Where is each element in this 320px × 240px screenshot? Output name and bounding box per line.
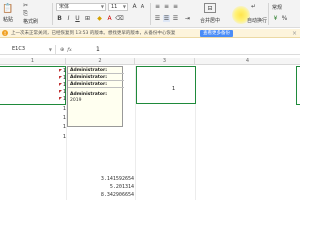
cell-value[interactable]: 1 [60, 124, 66, 130]
align-top-icon[interactable]: ≡ [154, 3, 161, 10]
cell-value[interactable]: 3.141592654 [90, 176, 134, 182]
copy-icon[interactable]: ⎘ [22, 10, 29, 17]
percent-icon[interactable]: % [281, 15, 288, 22]
formula-bar: E1C3 ▼ ⊕ fx 1 [0, 44, 300, 55]
border-icon[interactable]: ⊞ [84, 15, 91, 22]
paste-icon[interactable]: 📋 [2, 3, 14, 15]
clear-format-icon[interactable]: ⌫ [115, 15, 123, 22]
font-name-value: 宋体 [59, 4, 70, 10]
separator [268, 3, 269, 25]
separator [52, 3, 53, 25]
fill-color-icon[interactable]: ◆ [96, 15, 103, 22]
recovery-message: 上一次未正常关闭，已经恢复到 13:53 的版本。想找更早的版本，从备份中心恢复 [11, 31, 176, 36]
cell-value[interactable]: 5.201314 [90, 184, 134, 190]
column-header[interactable]: 1 [0, 58, 66, 65]
cell-value[interactable]: 1 [60, 89, 66, 95]
ribbon-toolbar: 📋 粘贴 ✂ ⎘ 格式刷 宋体 ▼ 11 ▼ A A B I U ⊞ ◆ A ⌫… [0, 0, 300, 28]
align-middle-icon[interactable]: ≡ [163, 3, 170, 10]
column-header[interactable]: 2 [66, 58, 135, 65]
align-left-icon[interactable]: ☰ [154, 15, 161, 22]
active-cell-value: 1 [172, 86, 176, 92]
cell-value[interactable]: 1 [60, 134, 66, 140]
cut-icon[interactable]: ✂ [22, 2, 29, 9]
zoom-icon[interactable]: ⊕ [60, 47, 64, 53]
italic-icon[interactable]: I [65, 15, 72, 22]
comment-popup[interactable]: Administrator: Administrator: Administra… [67, 66, 124, 127]
fx-icon[interactable]: fx [67, 47, 72, 53]
formula-icons: ⊕ fx [60, 45, 72, 54]
separator [150, 3, 151, 25]
column-header[interactable]: 3 [135, 58, 195, 65]
font-size-value: 11 [111, 4, 118, 10]
font-color-icon[interactable]: A [106, 15, 113, 22]
cell-value[interactable]: 1 [60, 115, 66, 121]
comment-author: Administrator: [68, 74, 124, 81]
name-box[interactable]: E1C3 ▼ [0, 45, 56, 54]
merge-cells-icon[interactable]: ⊟ [204, 3, 216, 13]
indent-icon[interactable]: ⇥ [184, 15, 191, 22]
formula-input[interactable]: 1 [96, 45, 100, 54]
view-backups-button[interactable]: 查看更多备份 [200, 30, 233, 37]
paste-label[interactable]: 粘贴 [3, 16, 13, 23]
comment-author: Administrator: [68, 67, 124, 74]
warning-icon: ! [2, 30, 8, 36]
format-painter-button[interactable]: 格式刷 [23, 18, 38, 25]
column-header[interactable]: 4 [195, 58, 300, 65]
comment-text: 2019 [70, 98, 82, 103]
name-box-value: E1C3 [12, 46, 26, 52]
recovery-notification: ! 上一次未正常关闭，已经恢复到 13:53 的版本。想找更早的版本，从备份中心… [0, 29, 300, 38]
cell-value[interactable]: 1 [60, 75, 66, 81]
cell-value[interactable]: 1 [60, 96, 66, 102]
align-right-icon[interactable]: ☰ [172, 15, 179, 22]
cell-value[interactable]: 1 [60, 106, 66, 112]
chevron-down-icon: ▼ [48, 47, 52, 52]
chevron-down-icon: ▼ [122, 4, 126, 9]
decrease-font-icon[interactable]: A [139, 3, 146, 10]
spreadsheet-app: 📋 粘贴 ✂ ⎘ 格式刷 宋体 ▼ 11 ▼ A A B I U ⊞ ◆ A ⌫… [0, 0, 300, 200]
comment-author: Administrator: [70, 92, 108, 97]
cell-value[interactable]: 1 [60, 82, 66, 88]
increase-font-icon[interactable]: A [131, 3, 138, 10]
font-size-select[interactable]: 11 ▼ [108, 3, 128, 11]
cell-value[interactable]: 1 [60, 68, 66, 74]
cell-value[interactable]: 8.342906654 [90, 192, 134, 198]
number-format-select[interactable]: 常规 [272, 4, 282, 11]
currency-icon[interactable]: ¥ [272, 15, 279, 22]
align-center-icon[interactable]: ☰ [163, 15, 170, 22]
comment-author: Administrator: [68, 81, 124, 88]
bold-icon[interactable]: B [56, 15, 63, 22]
font-name-select[interactable]: 宋体 ▼ [56, 3, 106, 11]
merge-center-button[interactable]: 合并居中 [200, 17, 220, 24]
close-icon[interactable]: × [292, 29, 297, 38]
align-bottom-icon[interactable]: ≡ [172, 3, 179, 10]
wrap-text-button[interactable]: 自动换行 [247, 17, 267, 24]
selected-range[interactable] [296, 66, 300, 105]
wrap-text-icon[interactable]: ↵ [250, 3, 257, 10]
selected-range[interactable] [0, 66, 66, 105]
column-header-row: 1 2 3 4 [0, 58, 300, 65]
chevron-down-icon: ▼ [100, 4, 104, 9]
underline-icon[interactable]: U [74, 15, 81, 22]
active-cell[interactable] [136, 66, 196, 104]
